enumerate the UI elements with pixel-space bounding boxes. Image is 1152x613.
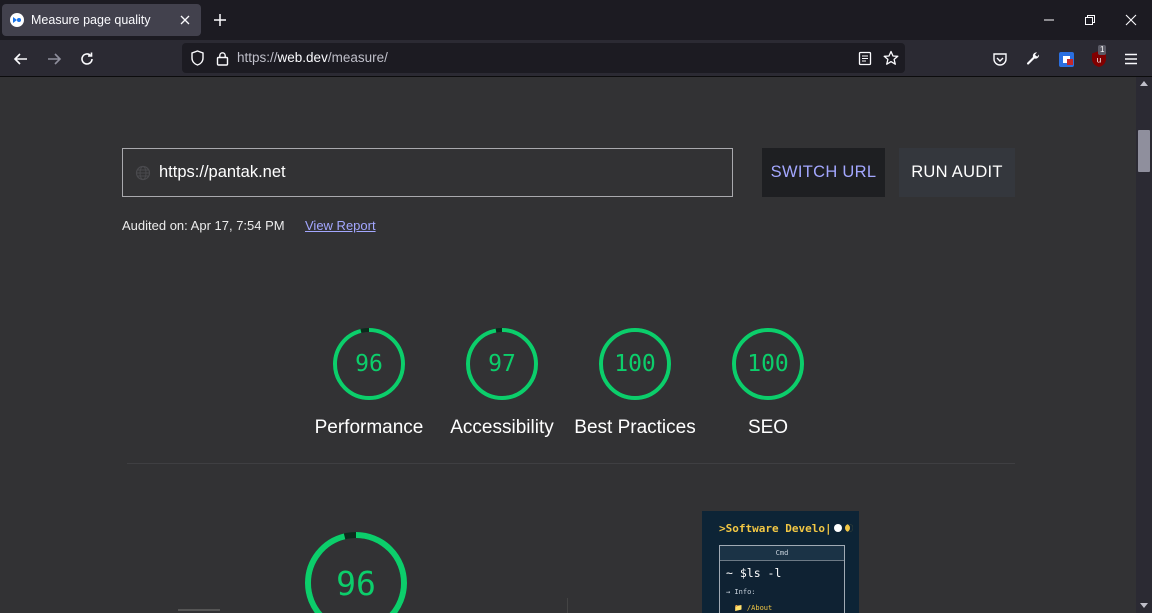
terminal-about: 📁 /About: [734, 604, 773, 612]
moon-icon: [845, 524, 853, 532]
menu-icon[interactable]: [1120, 48, 1142, 70]
performance-score: 96: [355, 351, 383, 377]
accessibility-gauge[interactable]: 97: [464, 326, 540, 402]
new-tab-button[interactable]: [210, 10, 230, 30]
preview-title: >Software Develo|: [719, 522, 832, 535]
run-audit-button[interactable]: RUN AUDIT: [899, 148, 1015, 197]
url-text: https://web.dev/measure/: [237, 50, 388, 65]
terminal-command: ~ $ls -l: [726, 566, 782, 580]
url-host: web.dev: [277, 50, 328, 65]
reader-view-icon[interactable]: [856, 49, 874, 67]
address-bar[interactable]: https://web.dev/measure/: [182, 43, 905, 73]
best-practices-gauge[interactable]: 100: [597, 326, 673, 402]
close-tab-icon[interactable]: [177, 12, 193, 28]
close-window-icon[interactable]: [1121, 10, 1141, 30]
accessibility-score: 97: [488, 351, 516, 377]
url-path: /measure/: [327, 50, 388, 65]
seo-gauge[interactable]: 100: [730, 326, 806, 402]
forward-icon[interactable]: [43, 48, 65, 70]
terminal-header: Cmd: [720, 546, 844, 561]
lock-icon[interactable]: [213, 49, 231, 67]
theme-toggle-icon: [834, 524, 853, 532]
scroll-up-arrow-icon[interactable]: [1140, 81, 1148, 86]
sun-icon: [834, 524, 842, 532]
switch-url-button[interactable]: SWITCH URL: [762, 148, 885, 197]
page-scrollbar[interactable]: [1136, 77, 1152, 613]
url-scheme: https://: [237, 50, 278, 65]
tab-title: Measure page quality: [31, 13, 151, 27]
page-content: https://pantak.net SWITCH URL RUN AUDIT …: [0, 77, 1136, 613]
page-screenshot-preview: >Software Develo| Cmd ~ $ls -l → Info: 📁…: [702, 511, 859, 613]
best-practices-score: 100: [614, 351, 656, 377]
wrench-icon[interactable]: [1022, 48, 1044, 70]
audit-url-value: https://pantak.net: [159, 163, 286, 181]
column-separator: [567, 598, 568, 613]
metric-bar-stub: [178, 609, 220, 611]
svg-text:u: u: [1097, 56, 1101, 65]
detail-performance-score: 96: [336, 563, 376, 603]
audited-on-text: Audited on: Apr 17, 7:54 PM: [122, 218, 285, 233]
bookmark-star-icon[interactable]: [882, 49, 900, 67]
extension-badge: 1: [1098, 45, 1107, 55]
scroll-down-arrow-icon[interactable]: [1140, 603, 1148, 608]
ublock-icon[interactable]: u 1: [1088, 45, 1110, 70]
title-bar: Measure page quality: [0, 0, 1152, 40]
shield-icon[interactable]: [188, 49, 206, 67]
view-report-link[interactable]: View Report: [305, 218, 376, 233]
webdev-favicon-icon: [10, 13, 24, 27]
terminal-info: → Info:: [726, 588, 756, 596]
seo-label[interactable]: SEO: [688, 417, 848, 439]
reload-icon[interactable]: [76, 48, 98, 70]
preview-terminal: Cmd ~ $ls -l → Info: 📁 /About: [719, 545, 845, 613]
pocket-icon[interactable]: [989, 48, 1011, 70]
restore-icon[interactable]: [1080, 10, 1100, 30]
scrollbar-thumb[interactable]: [1138, 130, 1150, 172]
tab-measure-page-quality[interactable]: Measure page quality: [2, 4, 201, 36]
section-divider: [127, 463, 1015, 464]
navigation-toolbar: https://web.dev/measure/ u 1: [0, 40, 1152, 77]
back-icon[interactable]: [10, 48, 32, 70]
seo-score: 100: [747, 351, 789, 377]
minimize-icon[interactable]: [1039, 10, 1059, 30]
performance-gauge[interactable]: 96: [331, 326, 407, 402]
globe-icon: [135, 165, 151, 181]
container-icon[interactable]: [1055, 48, 1077, 70]
audit-url-input[interactable]: https://pantak.net: [122, 148, 733, 197]
